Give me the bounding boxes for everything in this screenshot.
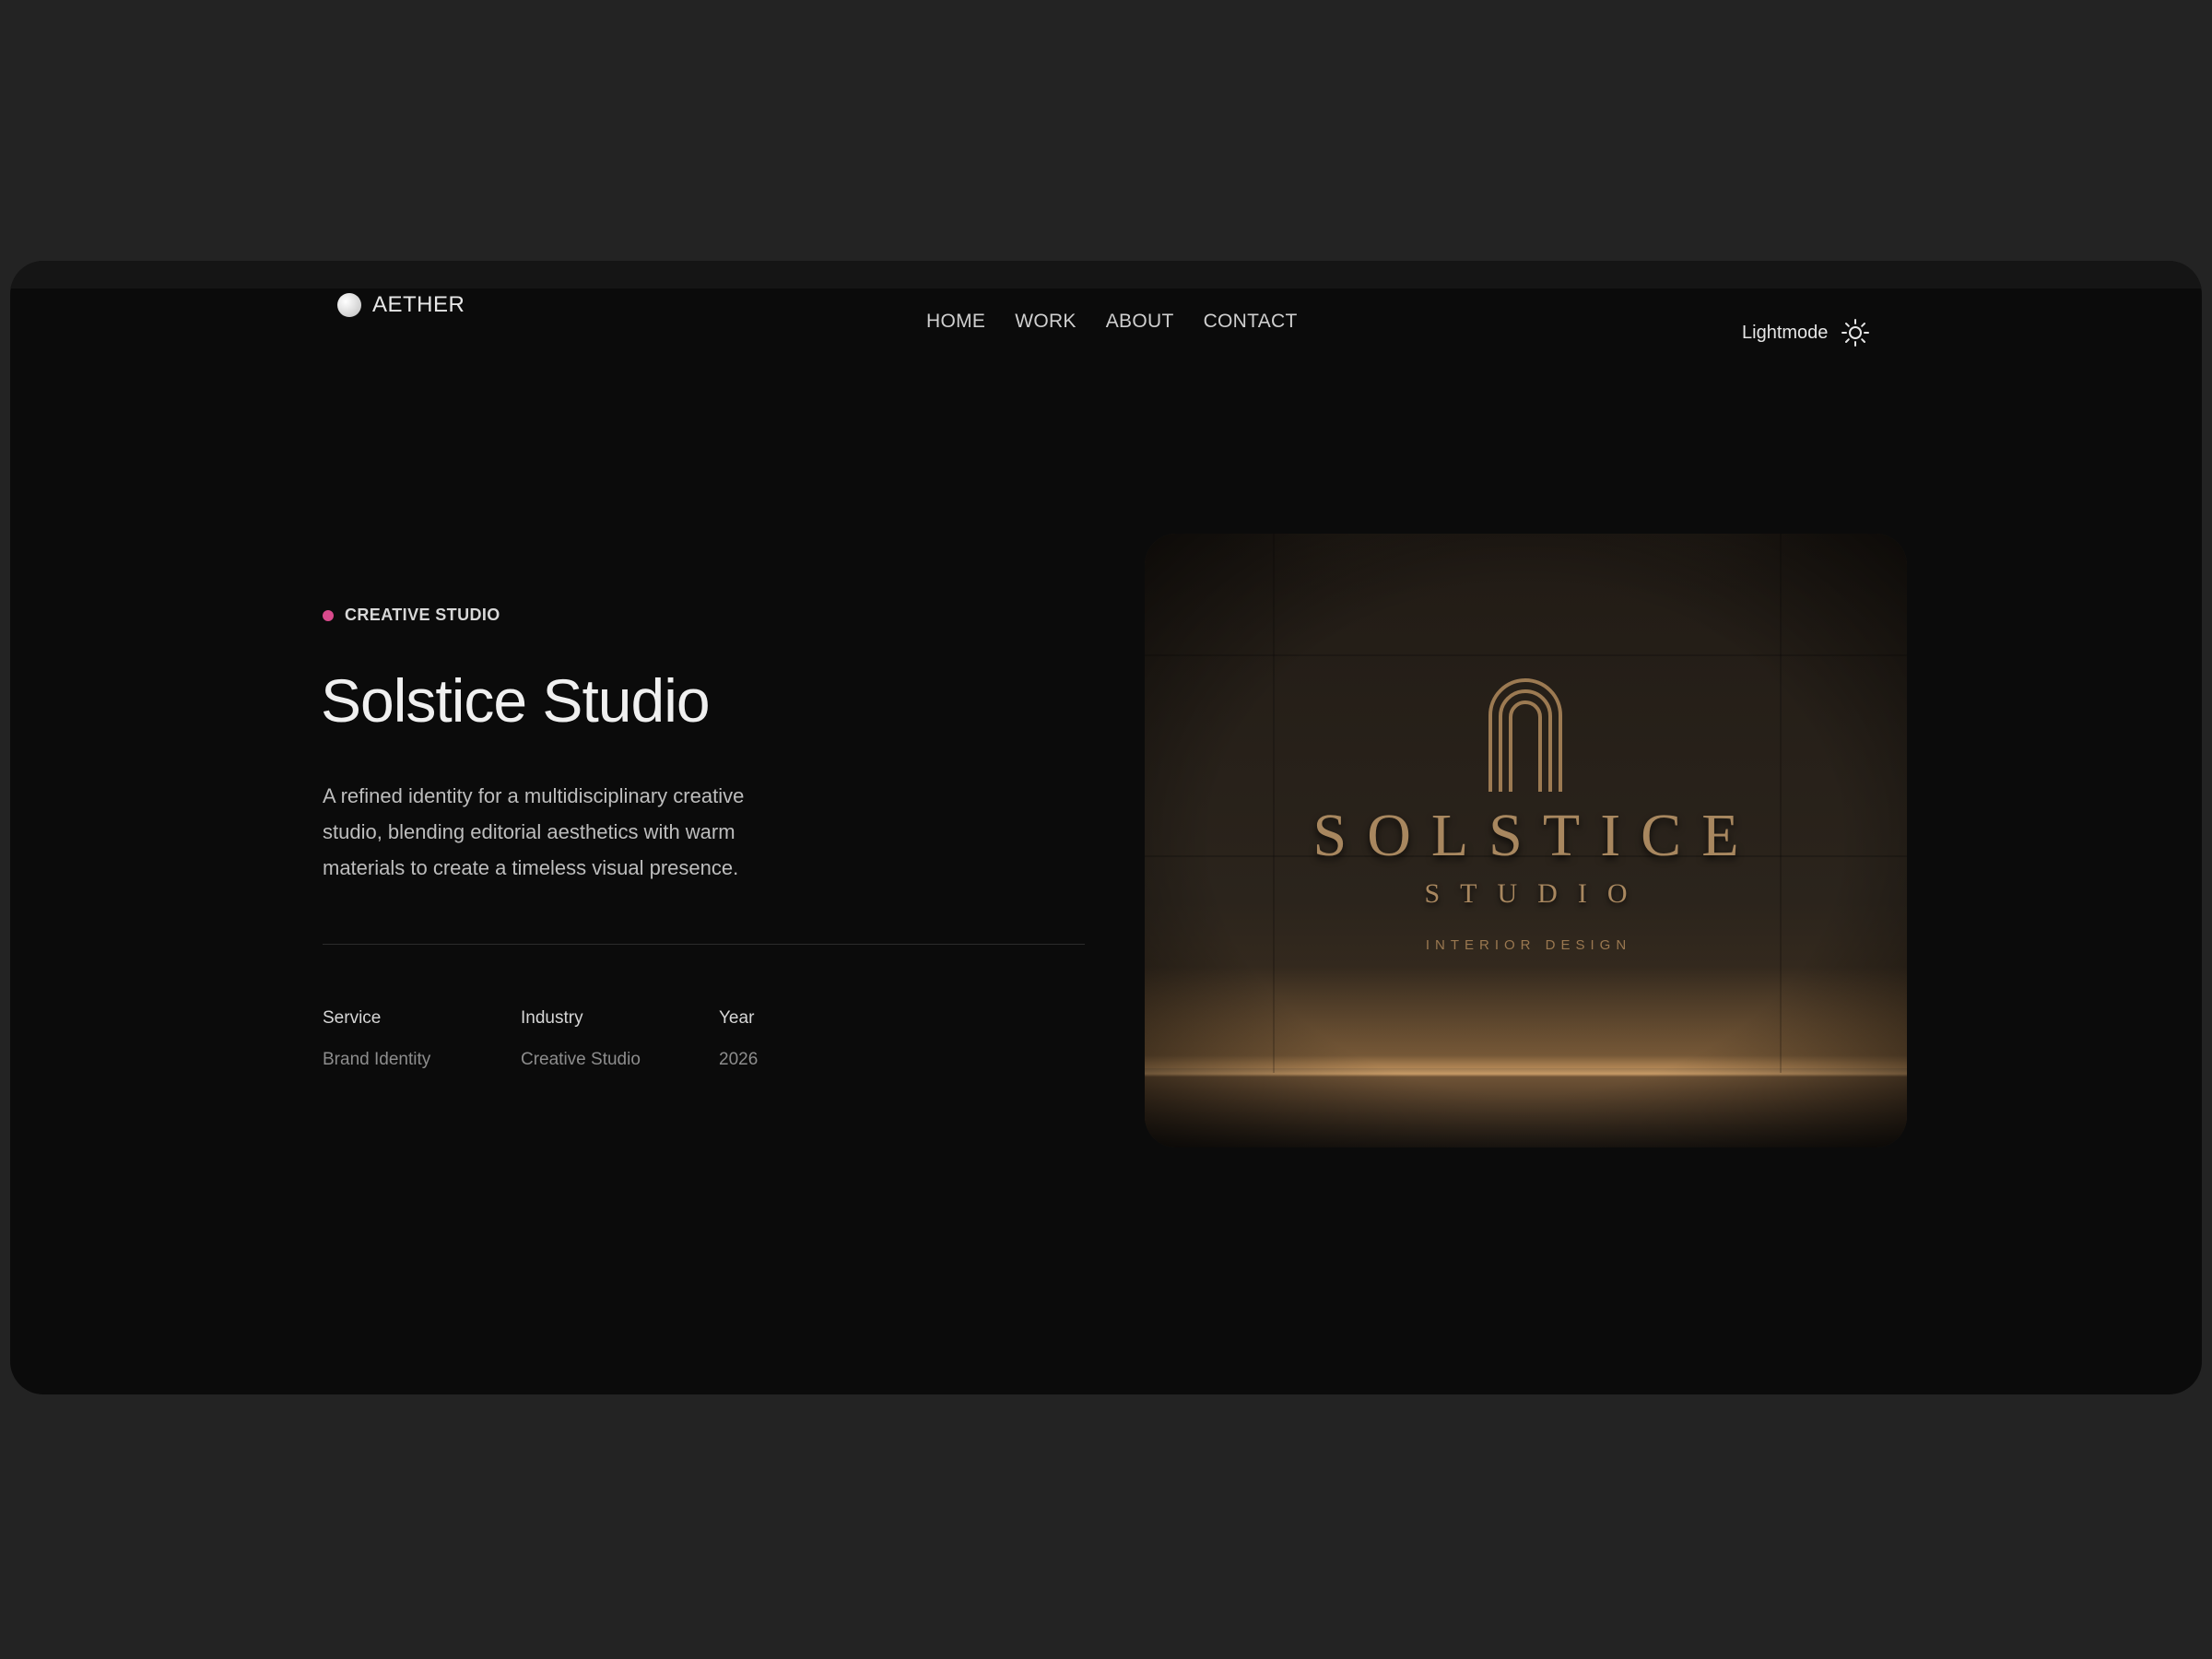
accent-dot (323, 609, 334, 621)
divider (323, 944, 1085, 945)
nav-work[interactable]: WORK (1015, 311, 1077, 333)
meta-label: Year (719, 1008, 755, 1028)
project-meta: Service Brand Identity Industry Creative… (323, 1008, 917, 1070)
meta-value: Brand Identity (323, 1050, 431, 1069)
nav-about[interactable]: ABOUT (1106, 311, 1174, 333)
meta-label: Industry (521, 1008, 583, 1028)
main-nav: HOME WORK ABOUT CONTACT (926, 311, 1298, 333)
page-title: Solstice Studio (321, 666, 711, 735)
meta-value: 2026 (719, 1050, 759, 1069)
brand-logo[interactable]: AETHER (337, 292, 465, 318)
meta-industry: Industry Creative Studio (521, 1008, 719, 1070)
theme-toggle-label: Lightmode (1742, 322, 1829, 343)
circle-logo-icon (337, 293, 361, 317)
sun-icon[interactable] (1841, 318, 1870, 347)
signage-brand-tag: INTERIOR DESIGN (1425, 937, 1632, 953)
eyebrow-label: CREATIVE STUDIO (345, 606, 500, 624)
nav-home[interactable]: HOME (926, 311, 985, 333)
window-top-bar (10, 261, 2202, 288)
meta-label: Service (323, 1008, 382, 1028)
meta-value: Creative Studio (521, 1050, 641, 1069)
nav-contact[interactable]: CONTACT (1204, 311, 1298, 333)
project-hero-image: SOLSTICE STUDIO INTERIOR DESIGN (1145, 534, 1907, 1147)
arch-logo-icon (1488, 678, 1562, 792)
eyebrow: CREATIVE STUDIO (323, 606, 500, 625)
meta-year: Year 2026 (719, 1008, 917, 1070)
signage-brand-name: SOLSTICE (1312, 802, 1759, 869)
theme-toggle[interactable]: Lightmode (1742, 318, 1870, 347)
meta-service: Service Brand Identity (323, 1008, 521, 1070)
signage-brand-sub: STUDIO (1424, 878, 1648, 909)
brand-name: AETHER (372, 292, 465, 317)
project-description: A refined identity for a multidisciplina… (323, 784, 745, 879)
